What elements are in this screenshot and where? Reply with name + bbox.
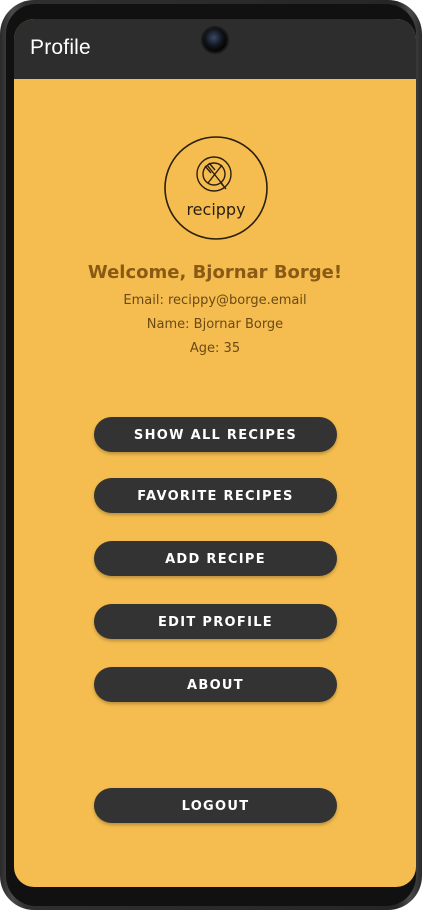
about-button[interactable]: ABOUT — [94, 667, 337, 702]
front-camera — [203, 28, 227, 52]
show-all-recipes-button[interactable]: SHOW ALL RECIPES — [94, 417, 337, 452]
favorite-recipes-button[interactable]: FAVORITE RECIPES — [94, 478, 337, 513]
profile-name: Name: Bjornar Borge — [146, 317, 284, 332]
add-recipe-button[interactable]: ADD RECIPE — [94, 541, 337, 576]
welcome-heading: Welcome, Bjornar Borge! — [87, 262, 343, 283]
app-screen: Profile recippy Welcome, Bjornar Borge! … — [14, 19, 416, 887]
profile-age: Age: 35 — [189, 341, 241, 356]
profile-email: Email: recippy@borge.email — [123, 293, 307, 308]
logo-circle — [164, 136, 268, 240]
plate-fork-icon — [196, 156, 232, 192]
logout-button[interactable]: LOGOUT — [94, 788, 337, 823]
page-title: Profile — [30, 36, 91, 59]
edit-profile-button[interactable]: EDIT PROFILE — [94, 604, 337, 639]
recippy-logo: recippy — [163, 135, 269, 241]
phone-frame: Profile recippy Welcome, Bjornar Borge! … — [0, 0, 422, 910]
logo-text: recippy — [186, 200, 246, 219]
